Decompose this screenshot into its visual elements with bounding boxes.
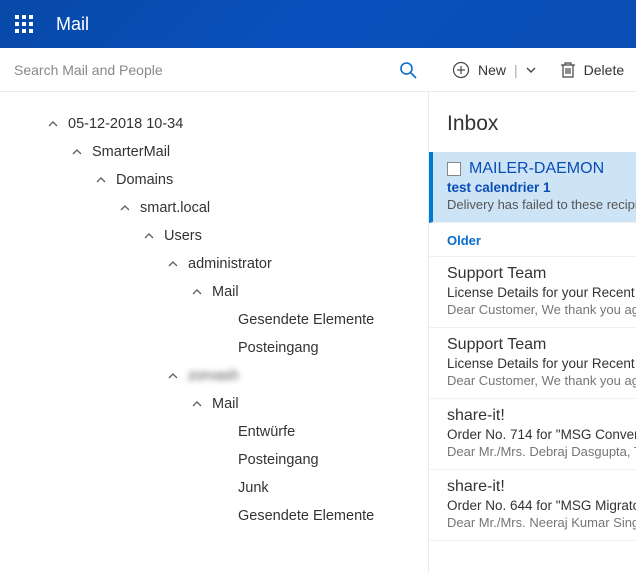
tree-item-smartermail[interactable]: SmarterMail [10, 138, 418, 166]
chevron-up-icon [94, 173, 108, 187]
message-item[interactable]: share-it! Order No. 644 for "MSG Migrato… [429, 470, 636, 541]
chevron-up-icon [70, 145, 84, 159]
trash-icon [560, 61, 576, 79]
tree-item-users[interactable]: Users [10, 222, 418, 250]
chevron-up-icon [166, 257, 180, 271]
tree-label: zorvash [188, 368, 239, 384]
tree-label: Mail [212, 284, 239, 300]
tree-label: Domains [116, 172, 173, 188]
split-divider: | [514, 62, 518, 78]
chevron-up-icon [118, 201, 132, 215]
tree-item-user1-mail[interactable]: Mail [10, 278, 418, 306]
tree-label: Posteingang [238, 340, 319, 356]
chevron-up-icon [46, 117, 60, 131]
tree-item-folder[interactable]: Gesendete Elemente [10, 502, 418, 530]
message-from: Support Team [447, 336, 636, 354]
tree-label: Entwürfe [238, 424, 295, 440]
app-launcher-button[interactable] [0, 0, 48, 48]
app-title: Mail [56, 14, 89, 35]
message-checkbox[interactable] [447, 162, 461, 176]
chevron-up-icon [190, 285, 204, 299]
message-preview: Dear Customer, We thank you agai [447, 373, 636, 388]
waffle-icon [15, 15, 33, 33]
message-subject: License Details for your Recent Pur [447, 356, 636, 371]
search-icon [399, 61, 417, 79]
message-from: MAILER-DAEMON [447, 160, 636, 178]
new-label: New [478, 62, 506, 78]
search-input[interactable] [14, 62, 388, 78]
message-subject: Order No. 644 for "MSG Migrator - [447, 498, 636, 513]
chevron-up-icon [166, 369, 180, 383]
delete-button[interactable]: Delete [560, 61, 624, 79]
tree-label: 05-12-2018 10-34 [68, 116, 183, 132]
message-preview: Dear Mr./Mrs. Neeraj Kumar Singh, [447, 515, 636, 530]
chevron-up-icon [142, 229, 156, 243]
tree-item-user2-mail[interactable]: Mail [10, 390, 418, 418]
message-preview: Dear Customer, We thank you agai [447, 302, 636, 317]
message-item[interactable]: share-it! Order No. 714 for "MSG Convert… [429, 399, 636, 470]
folder-pane: 05-12-2018 10-34 SmarterMail Domains sma… [0, 92, 428, 572]
new-button[interactable]: New | [452, 61, 536, 79]
tree-item-root[interactable]: 05-12-2018 10-34 [10, 110, 418, 138]
message-from: share-it! [447, 478, 636, 496]
tree-label: Mail [212, 396, 239, 412]
tree-item-domains[interactable]: Domains [10, 166, 418, 194]
tree-label: Posteingang [238, 452, 319, 468]
message-item[interactable]: MAILER-DAEMON test calendrier 1 Delivery… [429, 152, 636, 223]
tree-label: Junk [238, 480, 269, 496]
message-preview: Delivery has failed to these recipien [447, 197, 636, 212]
app-header: Mail [0, 0, 636, 48]
tree-label: Gesendete Elemente [238, 312, 374, 328]
message-subject: License Details for your Recent Pur [447, 285, 636, 300]
message-from: share-it! [447, 407, 636, 425]
message-list-pane: Inbox MAILER-DAEMON test calendrier 1 De… [428, 92, 636, 572]
message-item[interactable]: Support Team License Details for your Re… [429, 328, 636, 399]
folder-title: Inbox [429, 92, 636, 152]
plus-circle-icon [452, 61, 470, 79]
tree-item-folder[interactable]: Gesendete Elemente [10, 306, 418, 334]
search-box[interactable] [0, 48, 428, 91]
message-item[interactable]: Support Team License Details for your Re… [429, 257, 636, 328]
tree-item-folder[interactable]: Posteingang [10, 334, 418, 362]
message-subject: test calendrier 1 [447, 180, 636, 195]
search-button[interactable] [388, 48, 428, 92]
tree-item-folder[interactable]: Entwürfe [10, 418, 418, 446]
tree-item-folder[interactable]: Posteingang [10, 446, 418, 474]
tree-label: SmarterMail [92, 144, 170, 160]
tree-label: smart.local [140, 200, 210, 216]
message-from: Support Team [447, 265, 636, 283]
tree-item-folder[interactable]: Junk [10, 474, 418, 502]
main-columns: 05-12-2018 10-34 SmarterMail Domains sma… [0, 92, 636, 572]
message-preview: Dear Mr./Mrs. Debraj Dasgupta, Th [447, 444, 636, 459]
chevron-up-icon [190, 397, 204, 411]
tree-label: Gesendete Elemente [238, 508, 374, 524]
tree-label: administrator [188, 256, 272, 272]
chevron-down-icon [526, 65, 536, 75]
tree-item-user-administrator[interactable]: administrator [10, 250, 418, 278]
delete-label: Delete [584, 62, 624, 78]
toolbar: New | Delete [0, 48, 636, 92]
group-header-older[interactable]: Older [429, 223, 636, 257]
tree-item-user-redacted[interactable]: zorvash [10, 362, 418, 390]
tree-item-domain-smartlocal[interactable]: smart.local [10, 194, 418, 222]
command-bar: New | Delete [428, 48, 636, 91]
message-subject: Order No. 714 for "MSG Converter [447, 427, 636, 442]
tree-label: Users [164, 228, 202, 244]
